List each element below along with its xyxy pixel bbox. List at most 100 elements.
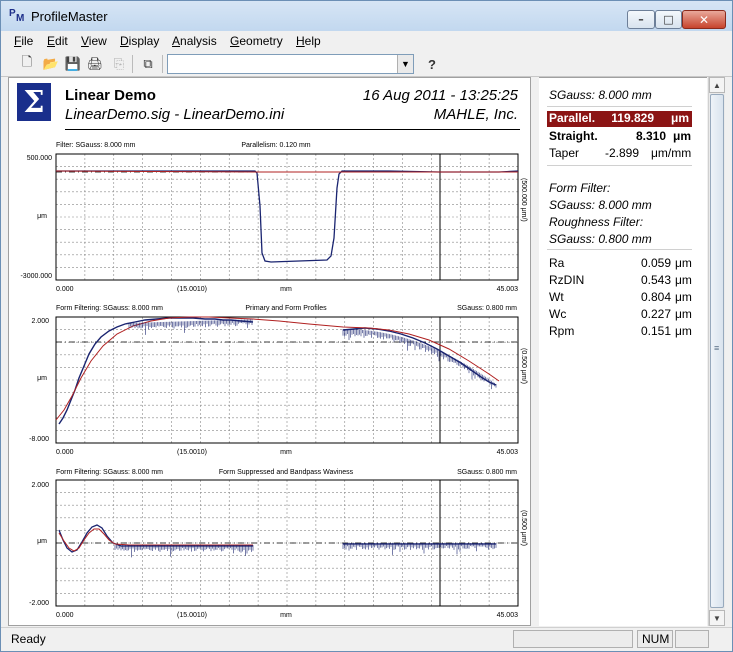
param-row: Ra 0.059 μm [549,256,692,270]
copy-icon[interactable]: ⎘ [109,55,129,73]
toolbar-separator [132,55,133,73]
grip-icon: ≡ [714,343,720,353]
print-icon[interactable]: 🖨 [85,55,105,73]
x-right-label: 45.003 [497,449,519,456]
scroll-up-icon[interactable]: ▲ [709,77,725,93]
open-folder-icon[interactable]: 📂 [41,55,61,73]
y-unit-label: μm [37,538,47,545]
filter-summary: SGauss: 8.000 mm [549,88,652,102]
menu-analysis[interactable]: Analysis [172,34,217,48]
chevron-down-icon[interactable]: ▼ [397,55,413,73]
form-filter-label: Form Filter: [549,181,611,195]
plot-waviness: Form Filtering: SGauss: 8.000 mm Form Su… [29,469,527,619]
y-top-label: 500.000 [27,155,52,162]
straightness-value: 8.310 [635,129,666,143]
plot-grid [56,317,518,443]
menu-file[interactable]: File [14,34,33,48]
status-pane [513,630,633,648]
close-button[interactable]: ✕ [682,10,726,29]
x-left-label: 0.000 [56,449,74,456]
straightness-label: Straight. [549,129,598,143]
x-right-label: 45.003 [497,612,519,619]
menu-bar: File Edit View Display Analysis Geometry… [1,31,732,51]
primary-profile-trace-right [342,327,497,386]
report-view: Σ Linear Demo LinearDemo.sig - LinearDem… [8,77,531,626]
menu-help[interactable]: Help [296,34,321,48]
taper-row: Taper -2.899 μm/mm [549,146,699,162]
plot-title-right: SGauss: 0.800 mm [457,305,517,312]
plot-title-right: SGauss: 0.800 mm [457,469,517,476]
scroll-down-icon[interactable]: ▼ [709,610,725,626]
parallelism-value: 119.829 [611,111,654,125]
profile-trace [56,170,519,263]
form-filter-value: SGauss: 8.000 mm [549,198,652,212]
num-lock-indicator: NUM [642,632,670,646]
x-mid-label: (15.0010) [177,449,207,456]
maximize-icon: □ [663,13,674,26]
plot-title-center: Primary and Form Profiles [245,305,327,312]
plot-primary-form: Form Filtering: SGauss: 8.000 mm Primary… [29,305,527,456]
x-left-label: 0.000 [56,286,74,293]
plot-parallelism: Filter: SGauss: 8.000 mm Parallelism: 0.… [20,142,527,293]
parallelism-label: Parallel. [549,111,596,125]
plot-title-left: Filter: SGauss: 8.000 mm [56,142,136,149]
toolbar-separator [162,55,163,73]
roughness-ticks [114,543,497,558]
parallelism-row: Parallel. 119.829 μm [547,111,692,127]
minimize-icon: – [638,13,644,26]
menu-edit[interactable]: Edit [47,34,68,48]
param-row: Wc 0.227 μm [549,307,692,321]
status-pane-num: NUM [637,630,673,648]
roughness-filter-label: Roughness Filter: [549,215,644,229]
panel-divider [547,165,692,166]
profile-plots: Filter: SGauss: 8.000 mm Parallelism: 0.… [20,142,527,619]
title-bar[interactable]: P M ProfileMaster – □ ✕ [1,1,732,31]
minimize-button[interactable]: – [627,10,655,29]
app-icon: P M [9,8,25,24]
straightness-row: Straight. 8.310 μm [549,129,699,145]
x-unit-label: mm [280,612,292,619]
export-icon[interactable]: ⧉ [138,55,158,73]
status-bar: Ready NUM [1,627,732,651]
taper-value: -2.899 [604,146,639,160]
menu-view[interactable]: View [81,34,107,48]
param-row: Wt 0.804 μm [549,290,692,304]
main-window: P M ProfileMaster – □ ✕ File Edit View D… [0,0,733,652]
x-left-label: 0.000 [56,612,74,619]
param-row: Rpm 0.151 μm [549,324,692,338]
x-right-label: 45.003 [497,286,519,293]
y-unit-label: μm [37,375,47,382]
form-profile-trace [55,316,500,421]
primary-profile-trace [58,317,254,425]
plot-title-left: Form Filtering: SGauss: 8.000 mm [56,305,163,312]
waviness-trace [58,524,253,553]
straightness-unit: μm [673,129,692,143]
results-panel: SGauss: 8.000 mm Parallel. 119.829 μm St… [539,77,707,626]
x-unit-label: mm [280,449,292,456]
profile-combo[interactable]: ▼ [167,54,414,74]
x-mid-label: (15.0010) [177,612,207,619]
save-icon[interactable]: 💾 [63,55,83,73]
roughness-filter-value: SGauss: 0.800 mm [549,232,652,246]
panel-divider [547,249,692,250]
x-mid-label: (15.0010) [177,286,207,293]
y-top-label: 2.000 [31,482,49,489]
vertical-scrollbar[interactable]: ▲ ≡ ▼ [708,77,725,626]
plot-title-left: Form Filtering: SGauss: 8.000 mm [56,469,163,476]
window-title: ProfileMaster [31,9,108,24]
help-icon[interactable]: ? [422,55,442,73]
maximize-button[interactable]: □ [655,10,682,29]
menu-display[interactable]: Display [120,34,159,48]
plot-title-center: Parallelism: 0.120 mm [241,142,310,149]
param-row: RzDIN 0.543 μm [549,273,692,287]
scroll-thumb[interactable]: ≡ [710,94,724,608]
status-pane [675,630,709,648]
menu-geometry[interactable]: Geometry [230,34,283,48]
x-unit-label: mm [280,286,292,293]
new-file-icon[interactable]: 🗋 [17,54,37,73]
right-scale-label: (500.000 μm/) [520,178,527,222]
y-bottom-label: -2.000 [29,600,49,607]
taper-label: Taper [549,146,580,160]
panel-divider [547,106,692,107]
parallelism-unit: μm [671,111,690,125]
